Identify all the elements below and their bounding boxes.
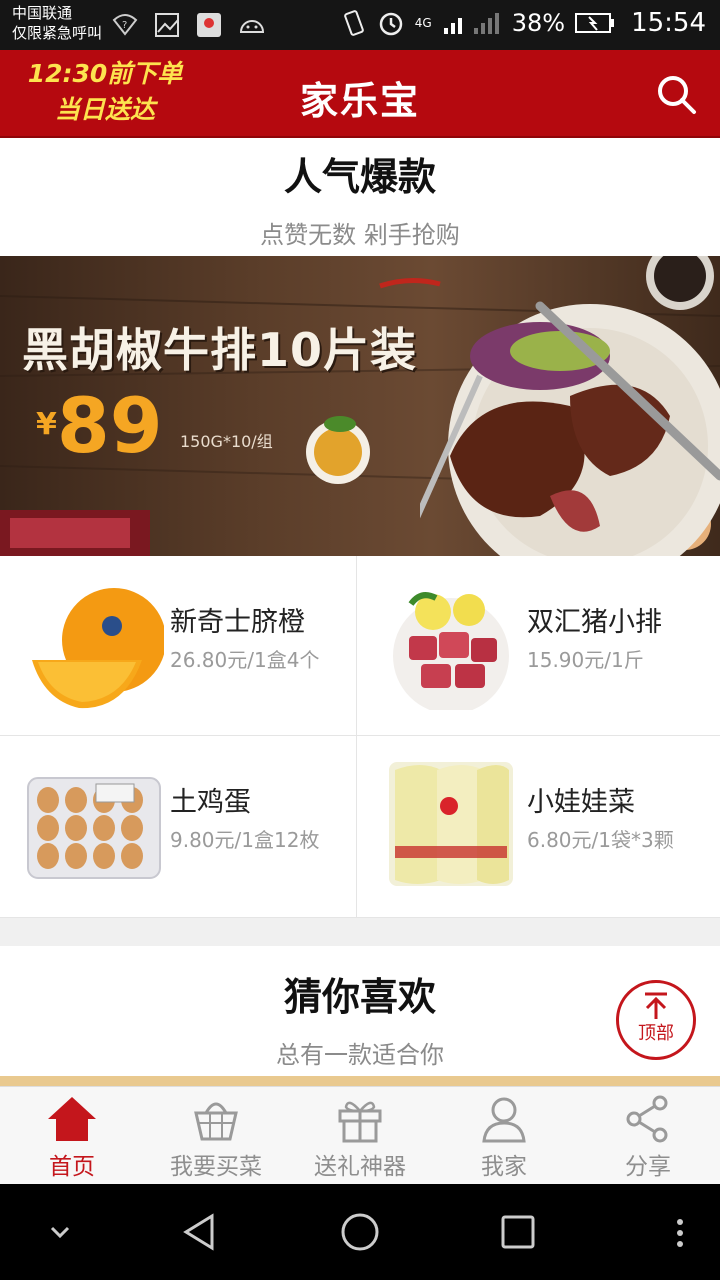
- product-price: 6.80元/1袋*3颗: [527, 828, 674, 852]
- product-name: 土鸡蛋: [170, 787, 251, 818]
- image-icon: [155, 13, 179, 37]
- popular-section-header: 人气爆款 点赞无数 剁手抢购: [0, 146, 720, 250]
- product-name: 双汇猪小排: [527, 607, 662, 638]
- tab-share[interactable]: 分享: [576, 1087, 720, 1184]
- product-price: 9.80元/1盒12枚: [170, 828, 320, 852]
- bottom-tab-bar: 首页 我要买菜 送礼神器 我家 分享: [0, 1086, 720, 1184]
- map-app-icon: [197, 13, 221, 37]
- product-price: 15.90元/1斤: [527, 648, 644, 672]
- battery-percent: 38%: [511, 9, 566, 37]
- more-vertical-icon[interactable]: [672, 1218, 688, 1248]
- tab-home[interactable]: 首页: [0, 1087, 144, 1184]
- product-price: 26.80元/1盒4个: [170, 648, 320, 672]
- banner-title: 黑胡椒牛排10片装: [22, 323, 418, 377]
- orange-image: [32, 588, 164, 709]
- tab-label: 送礼神器: [314, 1154, 406, 1180]
- spice-bowl-image: [306, 416, 370, 484]
- section-divider: [0, 918, 720, 946]
- user-icon: [482, 1097, 526, 1143]
- arrow-up-icon: [645, 992, 667, 1019]
- android-icon: [239, 20, 265, 33]
- system-status: 4G 38% 15:54: [341, 8, 706, 38]
- vibrate-icon: [343, 10, 364, 36]
- product-grid: 新奇士脐橙 26.80元/1盒4个 双汇猪小排 15.90元/1斤 土鸡蛋 9.…: [0, 556, 720, 918]
- product-card[interactable]: 新奇士脐橙 26.80元/1盒4个: [0, 556, 357, 736]
- currency-symbol: ¥: [36, 407, 57, 442]
- product-name: 新奇士脐橙: [170, 607, 305, 638]
- network-type: 4G: [414, 16, 432, 30]
- steak-plate-image: [420, 301, 720, 556]
- app-header: 12:30前下单 当日送达 家乐宝: [0, 50, 720, 138]
- popular-title: 人气爆款: [283, 155, 436, 199]
- promo-banner[interactable]: 黑胡椒牛排10片装 ¥89 150G*10/组: [0, 256, 720, 556]
- carrier-text: 中国联通 仅限紧急呼叫: [12, 3, 102, 43]
- status-bar: 中国联通 仅限紧急呼叫 ? 4G 38% 15:54: [0, 0, 720, 50]
- alarm-icon: [379, 12, 403, 36]
- back-to-top-button[interactable]: 顶部: [616, 980, 696, 1060]
- carrier-name: 中国联通: [12, 4, 73, 22]
- guess-section-header: 猜你喜欢 总有一款适合你: [0, 966, 720, 1070]
- tab-gifts[interactable]: 送礼神器: [288, 1087, 432, 1184]
- search-icon[interactable]: [654, 72, 698, 116]
- tab-buy-groceries[interactable]: 我要买菜: [144, 1087, 288, 1184]
- tab-label: 分享: [625, 1154, 671, 1180]
- price-value: 89: [56, 381, 163, 470]
- signal-icon: [443, 13, 499, 34]
- banner-price: ¥89: [36, 386, 163, 466]
- tab-label: 首页: [49, 1154, 95, 1180]
- guess-subtitle: 总有一款适合你: [276, 1041, 444, 1069]
- share-icon: [626, 1095, 668, 1143]
- chevron-down-icon[interactable]: [48, 1222, 72, 1242]
- wifi-question-icon: ?: [112, 14, 138, 36]
- product-card[interactable]: 土鸡蛋 9.80元/1盒12枚: [0, 736, 357, 918]
- product-card[interactable]: 小娃娃菜 6.80元/1袋*3颗: [357, 736, 720, 918]
- product-name: 小娃娃菜: [527, 787, 635, 818]
- tab-my-home[interactable]: 我家: [432, 1087, 576, 1184]
- eggs-tray-image: [27, 777, 161, 879]
- back-to-top-label: 顶部: [638, 1023, 674, 1044]
- content-preview-strip: [0, 1076, 720, 1086]
- notification-icons: ?: [112, 12, 266, 38]
- battery-charging-icon: [575, 13, 615, 33]
- guess-title: 猜你喜欢: [283, 975, 436, 1019]
- pork-ribs-image: [393, 592, 509, 710]
- home-circle-icon[interactable]: [340, 1212, 380, 1252]
- system-nav-bar: [0, 1184, 720, 1280]
- basket-icon: [194, 1102, 238, 1141]
- recents-icon[interactable]: [500, 1214, 536, 1250]
- tab-label: 我要买菜: [170, 1154, 262, 1180]
- emergency-only-text: 仅限紧急呼叫: [12, 24, 103, 42]
- back-icon[interactable]: [180, 1212, 220, 1252]
- gift-icon: [338, 1101, 382, 1143]
- product-card[interactable]: 双汇猪小排 15.90元/1斤: [357, 556, 720, 736]
- home-icon: [48, 1097, 96, 1141]
- baby-cabbage-image: [389, 762, 513, 886]
- svg-text:?: ?: [122, 20, 127, 31]
- app-title: 家乐宝: [299, 79, 420, 123]
- tab-label: 我家: [481, 1154, 527, 1180]
- banner-spec: 150G*10/组: [180, 432, 273, 451]
- popular-subtitle: 点赞无数 剁手抢购: [260, 221, 460, 249]
- clock: 15:54: [631, 8, 706, 38]
